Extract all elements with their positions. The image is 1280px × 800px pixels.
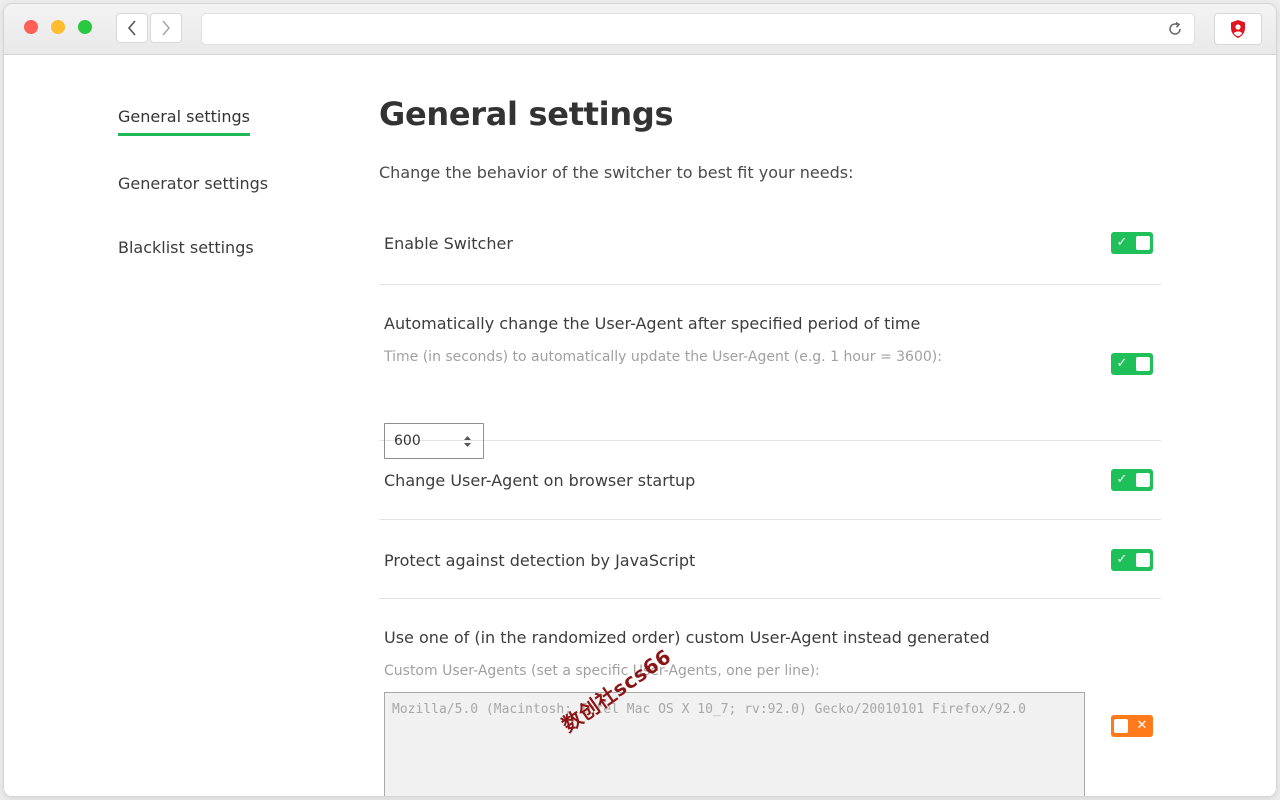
page-subtitle: Change the behavior of the switcher to b…: [379, 163, 854, 182]
reload-icon[interactable]: [1166, 20, 1184, 38]
check-icon: ✓: [1116, 235, 1128, 250]
setting-hint: Custom User-Agents (set a specific User-…: [384, 663, 820, 679]
x-icon: ✕: [1136, 718, 1148, 733]
startup-toggle[interactable]: ✓: [1111, 469, 1153, 491]
setting-custom-user-agents: Use one of (in the randomized order) cus…: [379, 599, 1161, 796]
nav-general-settings[interactable]: General settings: [118, 107, 250, 136]
toggle-knob: [1136, 357, 1150, 371]
auto-change-toggle[interactable]: ✓: [1111, 353, 1153, 375]
address-bar[interactable]: [201, 13, 1195, 45]
setting-hint: Time (in seconds) to automatically updat…: [384, 349, 942, 365]
minimize-window-button[interactable]: [51, 20, 65, 34]
toggle-knob: [1136, 553, 1150, 567]
forward-button[interactable]: [150, 13, 182, 43]
page-title: General settings: [379, 95, 674, 133]
setting-label: Automatically change the User-Agent afte…: [384, 314, 921, 333]
setting-change-on-startup: Change User-Agent on browser startup ✓: [379, 441, 1161, 520]
nav-generator-settings[interactable]: Generator settings: [118, 174, 268, 200]
setting-label: Protect against detection by JavaScript: [384, 551, 696, 570]
check-icon: ✓: [1116, 472, 1128, 487]
custom-ua-toggle[interactable]: ✕: [1111, 715, 1153, 737]
check-icon: ✓: [1116, 356, 1128, 371]
extension-button[interactable]: [1214, 13, 1262, 45]
browser-toolbar: [4, 4, 1276, 55]
enable-switcher-toggle[interactable]: ✓: [1111, 232, 1153, 254]
setting-label: Enable Switcher: [384, 234, 513, 253]
check-icon: ✓: [1116, 552, 1128, 567]
setting-enable-switcher: Enable Switcher ✓: [379, 204, 1161, 285]
shield-user-icon: [1231, 20, 1245, 38]
back-button[interactable]: [116, 13, 148, 43]
close-window-button[interactable]: [24, 20, 38, 34]
setting-label: Use one of (in the randomized order) cus…: [384, 628, 990, 647]
chevron-right-icon: [162, 20, 171, 36]
setting-auto-change: Automatically change the User-Agent afte…: [379, 285, 1161, 459]
nav-blacklist-settings[interactable]: Blacklist settings: [118, 238, 254, 264]
setting-label: Change User-Agent on browser startup: [384, 471, 696, 490]
setting-js-protection: Protect against detection by JavaScript …: [379, 520, 1161, 599]
toggle-knob: [1136, 236, 1150, 250]
toggle-knob: [1136, 473, 1150, 487]
toggle-knob: [1114, 719, 1128, 733]
zoom-window-button[interactable]: [78, 20, 92, 34]
main-content: General settings Change the behavior of …: [379, 95, 1161, 796]
js-protection-toggle[interactable]: ✓: [1111, 549, 1153, 571]
sidebar-nav: General settings Generator settings Blac…: [118, 107, 318, 302]
chevron-left-icon: [127, 20, 136, 36]
custom-user-agents-textarea[interactable]: Mozilla/5.0 (Macintosh; Intel Mac OS X 1…: [384, 692, 1085, 796]
